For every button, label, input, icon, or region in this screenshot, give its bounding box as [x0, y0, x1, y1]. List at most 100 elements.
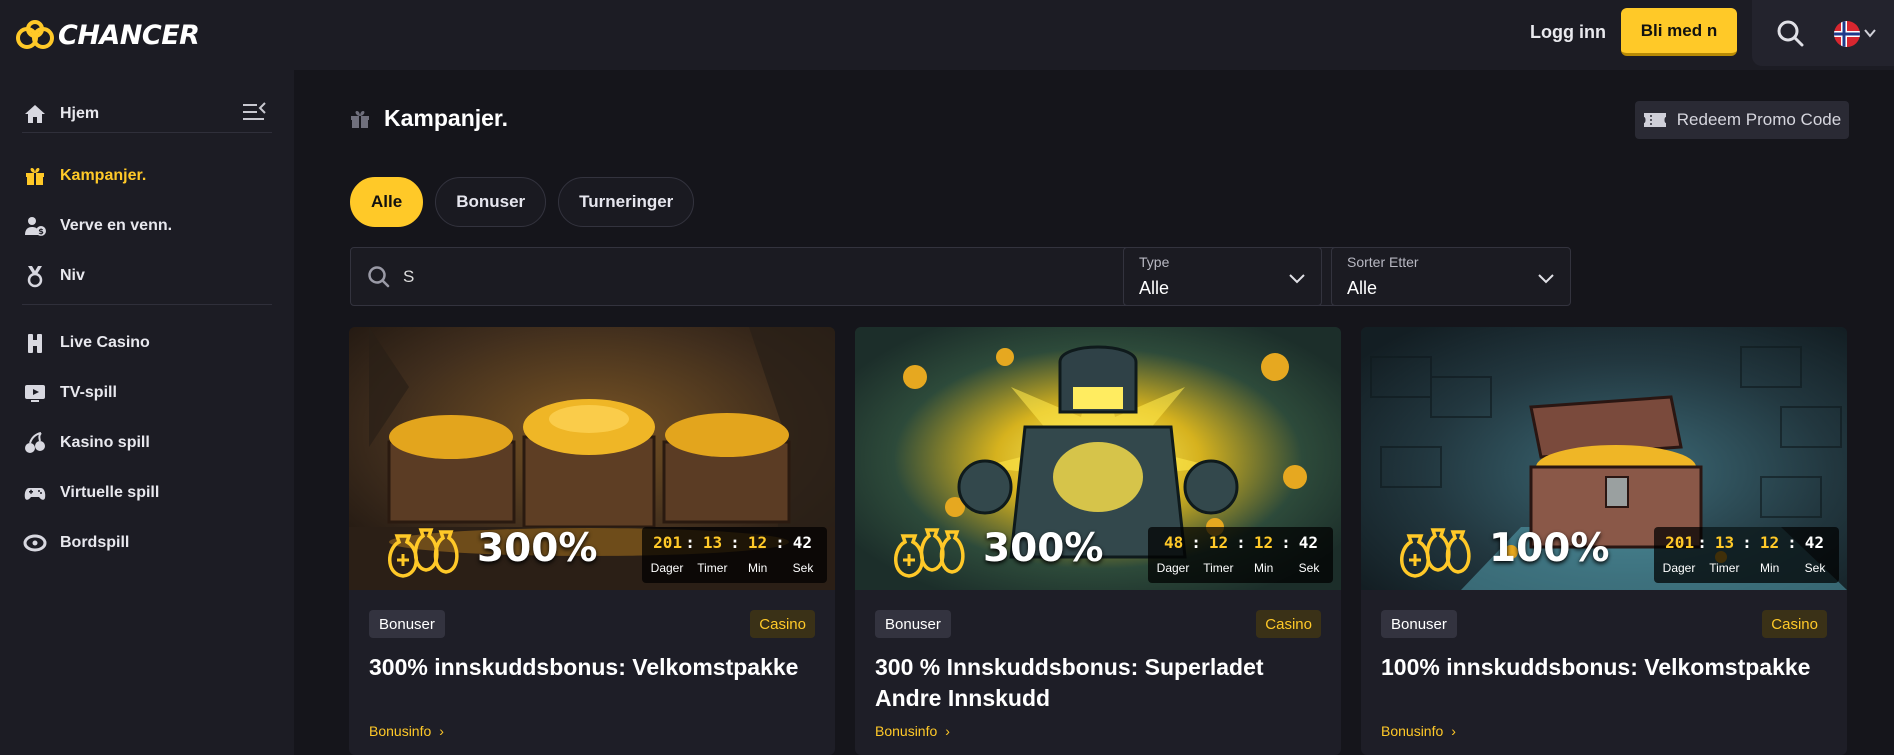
timer-label-seconds: Sek: [1298, 561, 1320, 575]
timer-label-days: Dager: [1156, 561, 1190, 575]
sidebar-divider: [22, 132, 272, 133]
timer-label-seconds: Sek: [792, 561, 814, 575]
sidebar-item-label: Kampanjer.: [60, 167, 147, 184]
bonus-info-link[interactable]: Bonusinfo ›: [875, 723, 950, 739]
bonus-percent-value: 300%: [983, 525, 1104, 571]
join-button[interactable]: Bli med n: [1621, 8, 1737, 56]
login-link[interactable]: Logg inn: [1530, 20, 1606, 44]
timer-label-days: Dager: [650, 561, 684, 575]
type-select-value: Alle: [1139, 278, 1170, 298]
countdown-timer: 201 : 13 : 12 : 42 Dager Timer Min Sek: [642, 527, 827, 583]
tab-all[interactable]: Alle: [350, 177, 424, 227]
timer-days: 201: [1665, 533, 1695, 552]
gift-icon: [22, 163, 48, 189]
sidebar-item-home[interactable]: Hjem: [22, 98, 262, 130]
user-tools: [1752, 0, 1894, 66]
redeem-promo-code-label: Redeem Promo Code: [1676, 110, 1842, 129]
refer-friend-icon: $: [22, 213, 48, 239]
timer-separator: :: [1697, 533, 1707, 552]
sidebar-item-label: Niv: [60, 267, 85, 284]
table-games-icon: [22, 530, 48, 556]
card-body: Bonuser Casino 300 % Innskuddsbonus: Sup…: [855, 590, 1341, 755]
sidebar-item-label: Hjem: [60, 105, 100, 122]
timer-separator: :: [1281, 533, 1291, 552]
main-content: Kampanjer. Redeem Promo Code Alle Bonuse…: [294, 70, 1894, 755]
timer-separator: :: [1191, 533, 1201, 552]
countdown-timer: 48 : 12 : 12 : 42 Dager Timer Min Sek: [1148, 527, 1333, 583]
sort-select-label: Sorter Etter: [1347, 254, 1419, 270]
bonus-percent: 300%: [385, 523, 598, 578]
promotion-card[interactable]: 300% 201 : 13 : 12 : 42 Dager Timer Min …: [349, 327, 835, 755]
sidebar-item-promotions[interactable]: Kampanjer.: [22, 160, 262, 192]
page-title: Kampanjer.: [384, 105, 508, 131]
sidebar-item-label: Verve en venn.: [60, 217, 173, 234]
live-dealer-icon: [22, 330, 48, 356]
timer-separator: :: [1742, 533, 1752, 552]
promotion-card[interactable]: 300% 48 : 12 : 12 : 42 Dager Timer Min S…: [855, 327, 1341, 755]
type-badge: Bonuser: [875, 610, 951, 638]
type-select-label: Type: [1139, 254, 1170, 270]
sidebar-item-label: Kasino spill: [60, 434, 150, 451]
timer-hours: 13: [1714, 533, 1735, 552]
tab-bonuses[interactable]: Bonuser: [435, 177, 547, 227]
bonus-info-label: Bonusinfo: [369, 723, 432, 739]
timer-seconds: 42: [1804, 533, 1824, 552]
logo-text: CHANCER: [58, 19, 200, 51]
ticket-icon: [1643, 113, 1666, 127]
timer-days: 48: [1164, 533, 1184, 552]
timer-minutes: 12: [1253, 533, 1274, 552]
sidebar-item-label: Bordspill: [60, 534, 130, 551]
card-body: Bonuser Casino 100% innskuddsbonus: Velk…: [1361, 590, 1847, 755]
bonus-percent-value: 300%: [477, 525, 598, 571]
timer-separator: :: [1236, 533, 1246, 552]
sidebar-item-casino-games[interactable]: Kasino spill: [22, 427, 262, 459]
svg-text:$: $: [38, 227, 44, 236]
timer-hours: 13: [702, 533, 723, 552]
sidebar-item-virtual-games[interactable]: Virtuelle spill: [22, 477, 262, 509]
chancer-logo[interactable]: CHANCER: [16, 18, 200, 52]
chevron-right-icon: ›: [945, 723, 950, 739]
chevron-right-icon: ›: [1451, 723, 1456, 739]
timer-label-days: Dager: [1662, 561, 1696, 575]
sidebar-item-tv-games[interactable]: TV-spill: [22, 377, 262, 409]
gift-icon: [351, 110, 369, 128]
card-title: 100% innskuddsbonus: Velkomstpakke: [1381, 654, 1811, 680]
page-header: Kampanjer.: [348, 105, 508, 132]
promotion-card[interactable]: 100% 201 : 13 : 12 : 42 Dager Timer Min …: [1361, 327, 1847, 755]
chevron-right-icon: ›: [439, 723, 444, 739]
home-icon: [22, 101, 48, 127]
timer-minutes: 12: [1759, 533, 1780, 552]
bonus-info-label: Bonusinfo: [875, 723, 938, 739]
search-icon[interactable]: [1776, 19, 1804, 47]
bonus-info-link[interactable]: Bonusinfo ›: [1381, 723, 1456, 739]
timer-separator: :: [685, 533, 695, 552]
sidebar-item-refer-friend[interactable]: $ Verve en venn.: [22, 210, 262, 242]
timer-seconds: 42: [792, 533, 812, 552]
money-bags-icon: [388, 528, 459, 578]
bonus-info-link[interactable]: Bonusinfo ›: [369, 723, 444, 739]
money-bags-icon: [894, 528, 965, 578]
sidebar-item-live-casino[interactable]: Live Casino: [22, 327, 262, 359]
collapse-sidebar-icon[interactable]: [240, 98, 268, 126]
sort-select[interactable]: Sorter Etter Alle: [1331, 247, 1571, 306]
timer-days: 201: [653, 533, 683, 552]
card-body: Bonuser Casino 300% innskuddsbonus: Velk…: [349, 590, 835, 755]
sidebar-item-table-games[interactable]: Bordspill: [22, 527, 262, 559]
logo-mark-icon: [16, 20, 54, 49]
chevron-down-icon: [1289, 274, 1305, 284]
sort-select-value: Alle: [1347, 278, 1378, 298]
norway-flag-icon[interactable]: [1834, 21, 1860, 47]
sidebar-item-level[interactable]: Niv: [22, 260, 262, 292]
chevron-down-icon: [1538, 274, 1554, 284]
category-badge: Casino: [1256, 610, 1321, 638]
card-title: 300% innskuddsbonus: Velkomstpakke: [369, 654, 799, 680]
timer-label-minutes: Min: [747, 561, 768, 575]
tab-tournaments[interactable]: Turneringer: [558, 177, 695, 227]
type-select[interactable]: Type Alle: [1123, 247, 1322, 306]
sidebar: Hjem Kampanjer. $ Verve en venn. Niv Liv…: [0, 70, 294, 755]
card-title: 300 % Innskuddsbonus: Superladet Andre I…: [875, 654, 1264, 711]
redeem-promo-code-button[interactable]: Redeem Promo Code: [1635, 101, 1849, 139]
countdown-timer: 201 : 13 : 12 : 42 Dager Timer Min Sek: [1654, 527, 1839, 583]
chevron-down-icon[interactable]: [1863, 26, 1877, 40]
type-badge: Bonuser: [1381, 610, 1457, 638]
